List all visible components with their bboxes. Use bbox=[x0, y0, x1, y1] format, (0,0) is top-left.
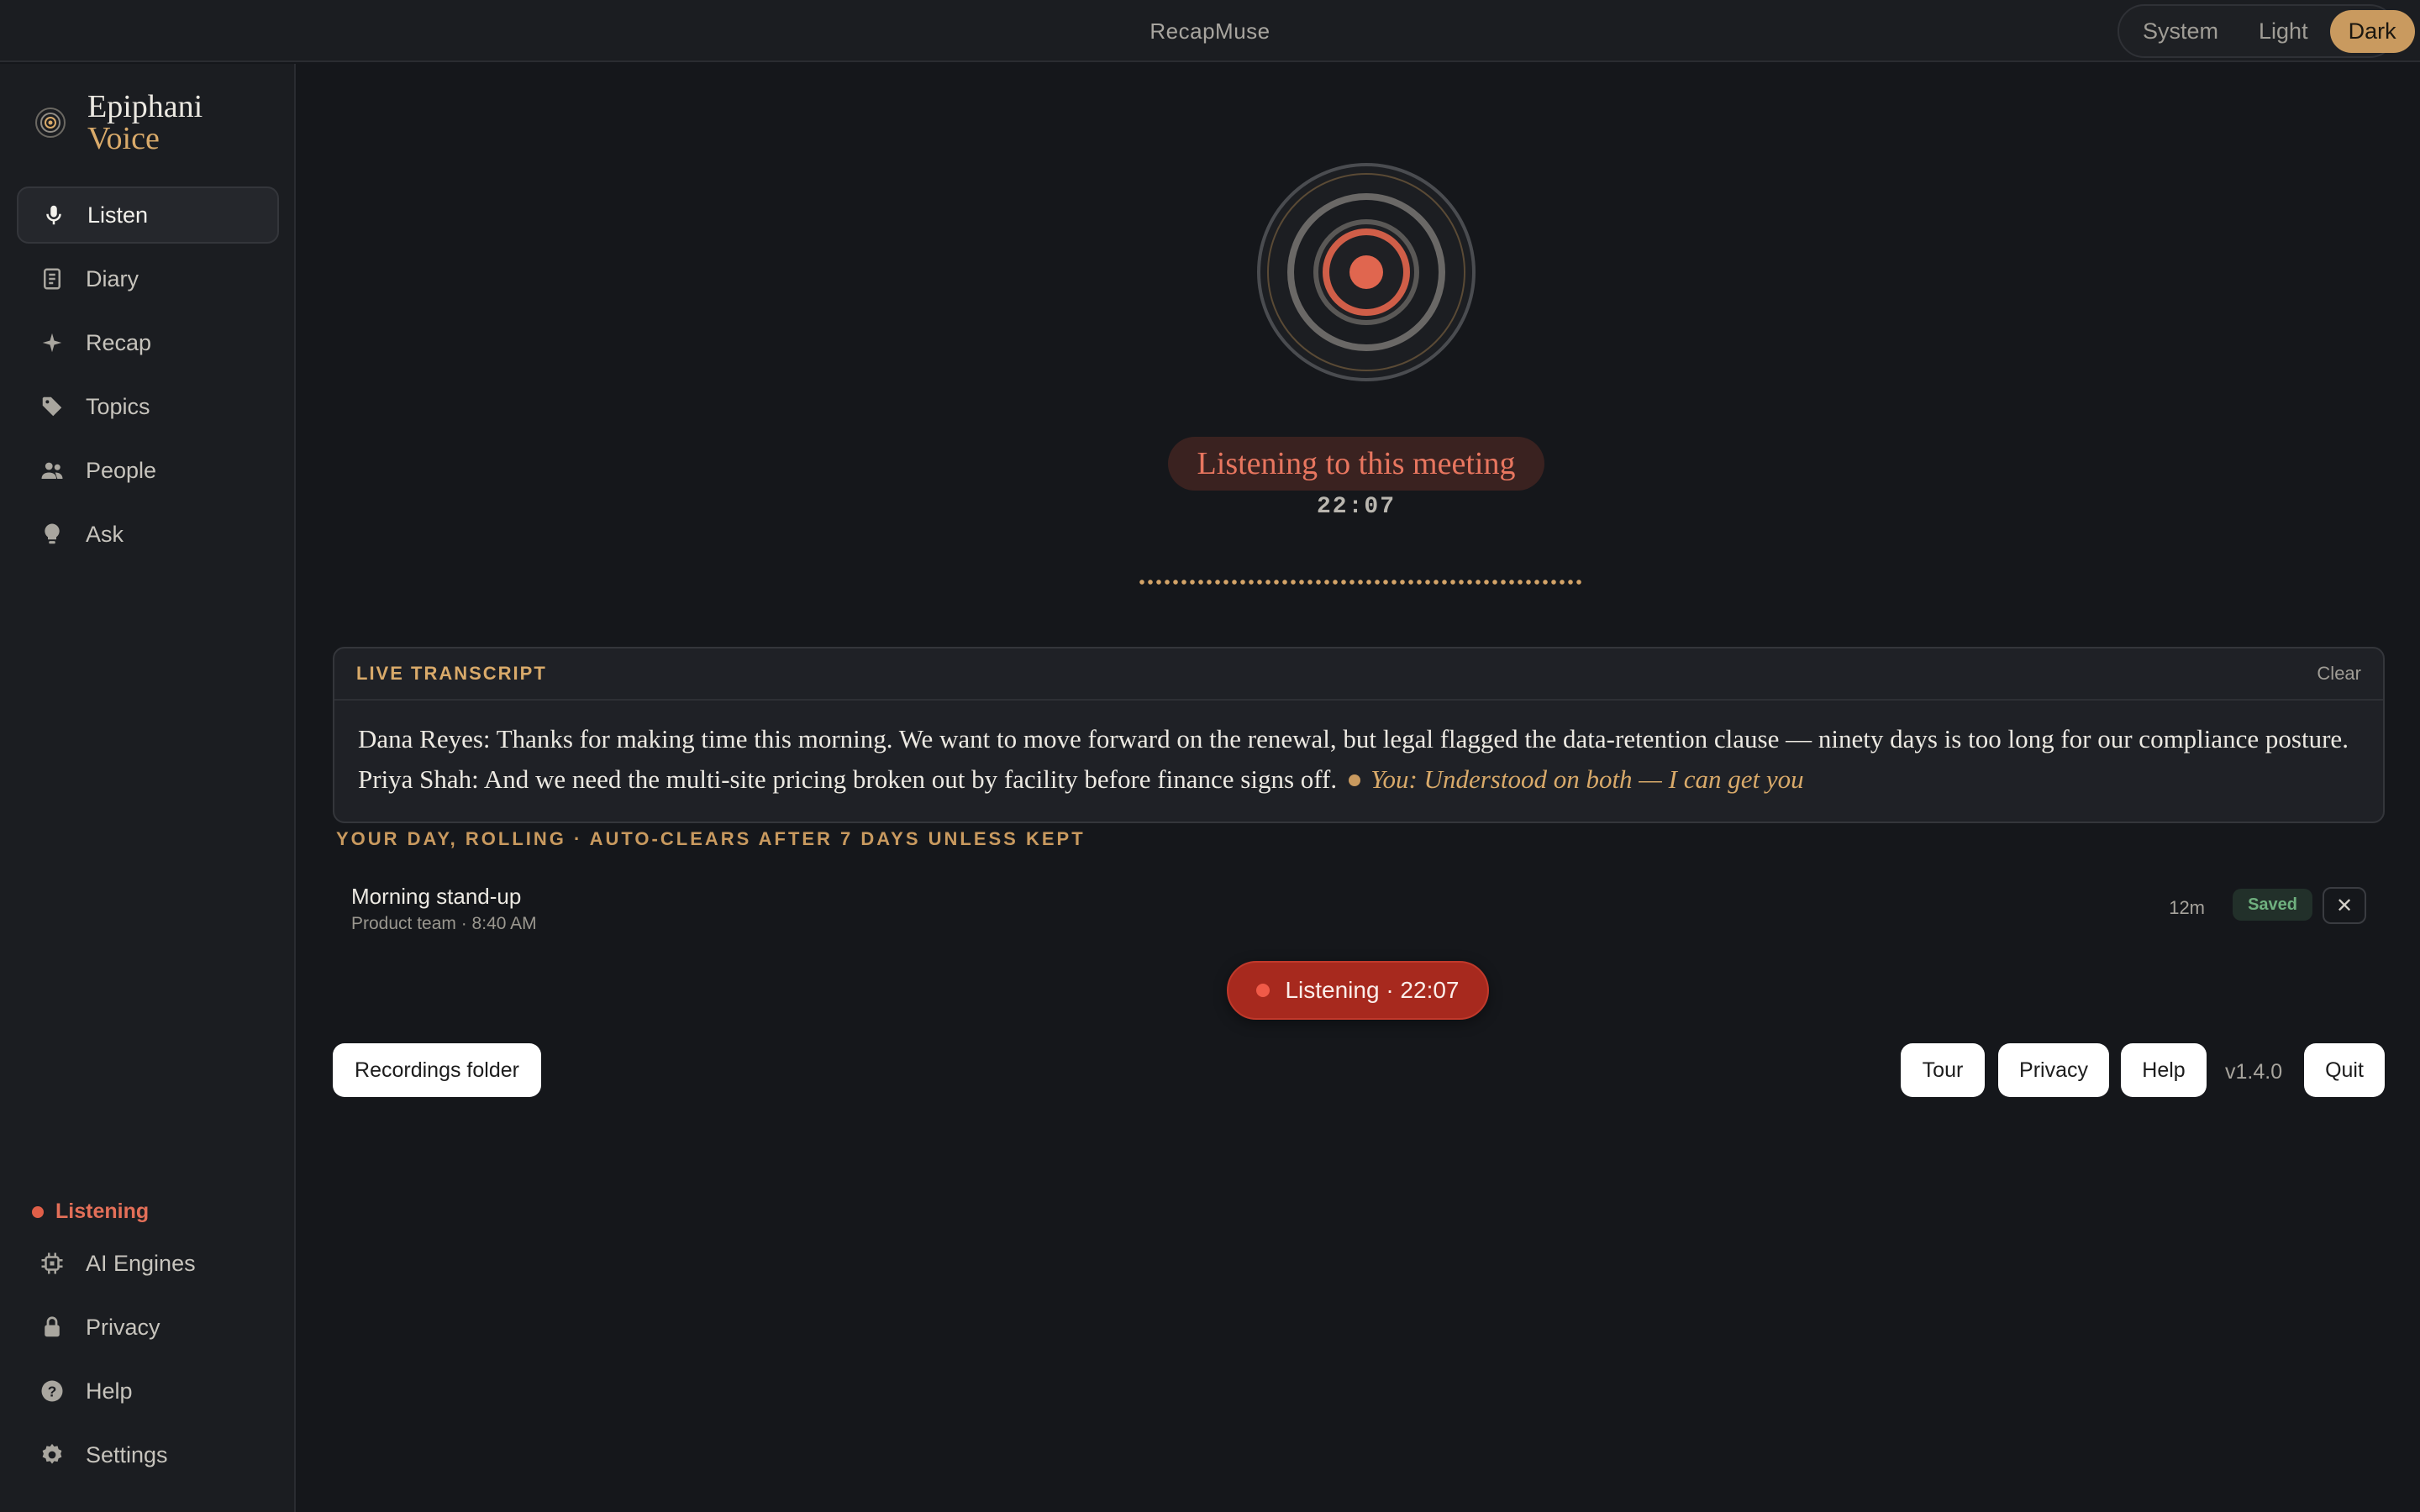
brand-name-line2: Voice bbox=[87, 121, 160, 156]
brand: Epiphani Voice bbox=[34, 91, 203, 155]
day-section-label: YOUR DAY, ROLLING · AUTO-CLEARS AFTER 7 … bbox=[336, 828, 1086, 849]
close-icon: ✕ bbox=[2335, 894, 2354, 917]
list-item[interactable]: Morning stand-up Product team · 8:40 AM … bbox=[333, 870, 2385, 937]
main-content: Listening to this meeting 22:07 LIVE TRA… bbox=[297, 64, 2420, 1512]
live-transcript-panel: LIVE TRANSCRIPT Clear Dana Reyes: Thanks… bbox=[333, 647, 2385, 823]
transcript-title: LIVE TRANSCRIPT bbox=[356, 663, 547, 684]
microphone-icon bbox=[40, 202, 67, 228]
sidebar-item-label: Recap bbox=[86, 329, 152, 355]
theme-dark-option[interactable]: Dark bbox=[2329, 9, 2415, 53]
app-title: RecapMuse bbox=[1150, 18, 1270, 44]
sidebar-item-settings[interactable]: Settings bbox=[17, 1426, 279, 1483]
transcript-text: Dana Reyes: Thanks for making time this … bbox=[334, 701, 2383, 818]
live-indicator-icon bbox=[1349, 774, 1361, 786]
recording-title: Morning stand-up bbox=[351, 884, 522, 909]
sidebar-item-privacy[interactable]: Privacy bbox=[17, 1299, 279, 1356]
sidebar-item-label: Ask bbox=[86, 521, 124, 547]
recording-dot-icon bbox=[32, 1205, 44, 1218]
help-button[interactable]: Help bbox=[2121, 1043, 2207, 1097]
tag-icon bbox=[39, 393, 66, 420]
transcript-line: Dana Reyes: Thanks for making time this … bbox=[358, 724, 2349, 753]
transcript-line-text: Priya Shah: And we need the multi-site p… bbox=[358, 764, 1338, 794]
clear-transcript-button[interactable]: Clear bbox=[2317, 663, 2361, 685]
people-icon bbox=[39, 457, 66, 484]
quit-button[interactable]: Quit bbox=[2304, 1043, 2385, 1097]
sidebar-item-label: Topics bbox=[86, 393, 150, 419]
sidebar-item-label: Diary bbox=[86, 265, 139, 291]
sidebar-item-listen[interactable]: Listen bbox=[17, 186, 279, 244]
listening-status: Listening bbox=[32, 1200, 149, 1224]
sidebar-item-label: Settings bbox=[86, 1441, 168, 1467]
sidebar-item-help[interactable]: ? Help bbox=[17, 1362, 279, 1420]
gear-icon bbox=[39, 1441, 66, 1468]
listening-status-label: Listening bbox=[55, 1200, 150, 1223]
transcript-line: Priya Shah: And we need the multi-site p… bbox=[358, 759, 2360, 800]
recording-subtitle: Product team · 8:40 AM bbox=[351, 914, 537, 933]
sidebar-item-diary[interactable]: Diary bbox=[17, 250, 279, 307]
svg-text:?: ? bbox=[48, 1383, 57, 1399]
sidebar-item-ask[interactable]: Ask bbox=[17, 506, 279, 563]
sparkle-icon bbox=[39, 329, 66, 356]
tour-button[interactable]: Tour bbox=[1901, 1043, 1985, 1097]
chip-icon bbox=[39, 1250, 66, 1277]
app-version: v1.4.0 bbox=[2225, 1060, 2283, 1084]
listening-toggle-label: Listening · 22:07 bbox=[1285, 977, 1460, 1003]
theme-switch[interactable]: System Light Dark bbox=[2118, 4, 2415, 58]
lock-icon bbox=[39, 1314, 66, 1341]
main-nav: Listen Diary Recap Topics People Ask bbox=[17, 186, 279, 570]
brand-logo-icon bbox=[35, 108, 66, 138]
lightbulb-icon bbox=[39, 521, 66, 548]
privacy-button[interactable]: Privacy bbox=[1998, 1043, 2109, 1097]
audio-level-meter bbox=[1138, 578, 1583, 586]
sidebar-item-label: People bbox=[86, 457, 157, 483]
recordings-folder-button[interactable]: Recordings folder bbox=[333, 1043, 541, 1097]
theme-system-option[interactable]: System bbox=[2124, 10, 2237, 53]
sidebar-item-label: Help bbox=[86, 1378, 133, 1404]
sidebar-item-label: Privacy bbox=[86, 1314, 160, 1340]
listening-toggle-button[interactable]: Listening · 22:07 bbox=[1227, 961, 1489, 1020]
listening-orb-icon bbox=[1257, 163, 1476, 381]
journal-icon bbox=[39, 265, 66, 292]
sidebar-item-ai-engines[interactable]: AI Engines bbox=[17, 1235, 279, 1292]
listening-status-pill: Listening to this meeting bbox=[1168, 437, 1544, 491]
recording-duration: 12m bbox=[2169, 897, 2205, 918]
sidebar-item-people[interactable]: People bbox=[17, 442, 279, 499]
sidebar: Epiphani Voice Listen Diary Recap Topics… bbox=[0, 64, 296, 1512]
title-bar: RecapMuse System Light Dark bbox=[0, 0, 2420, 62]
sidebar-item-label: Listen bbox=[87, 202, 149, 228]
session-timer: 22:07 bbox=[1316, 494, 1396, 520]
recording-dot-icon bbox=[1256, 984, 1270, 997]
brand-name-line1: Epiphani bbox=[87, 89, 203, 124]
sidebar-item-label: AI Engines bbox=[86, 1250, 196, 1276]
remove-recording-button[interactable]: ✕ bbox=[2323, 887, 2366, 924]
sidebar-item-topics[interactable]: Topics bbox=[17, 378, 279, 435]
live-partial-line: You: Understood on both — I can get you bbox=[1370, 764, 1804, 794]
sidebar-item-recap[interactable]: Recap bbox=[17, 314, 279, 371]
status-badge: Saved bbox=[2233, 889, 2312, 921]
question-icon: ? bbox=[39, 1378, 66, 1404]
theme-light-option[interactable]: Light bbox=[2240, 10, 2327, 53]
secondary-nav: AI Engines Privacy ? Help Settings bbox=[17, 1235, 279, 1490]
